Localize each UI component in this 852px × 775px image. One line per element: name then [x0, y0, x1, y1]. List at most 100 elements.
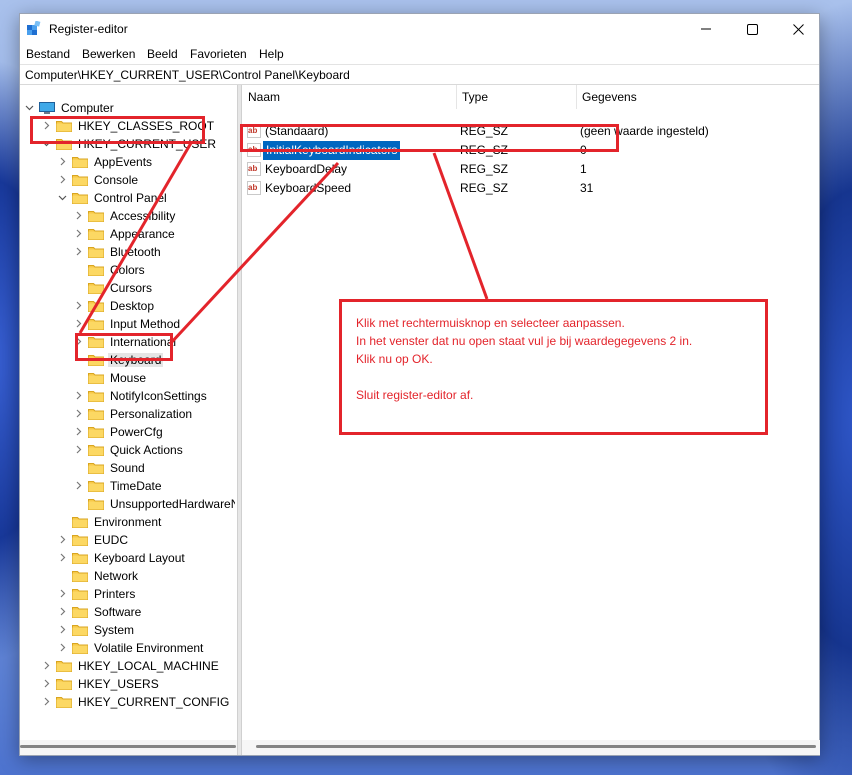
value-data[interactable]: 31: [580, 179, 593, 198]
folder-icon: [88, 246, 104, 258]
chevron-right-icon[interactable]: [58, 157, 67, 166]
minimize-icon: [701, 28, 711, 30]
tree-item[interactable]: NotifyIconSettings: [76, 387, 207, 405]
tree-label: Appearance: [110, 227, 175, 241]
address-bar[interactable]: Computer\HKEY_CURRENT_USER\Control Panel…: [20, 64, 819, 85]
tree-label: Environment: [94, 515, 162, 529]
tree-item[interactable]: System: [60, 621, 134, 639]
folder-icon: [88, 408, 104, 420]
tree-item[interactable]: Quick Actions: [76, 441, 183, 459]
tree-item[interactable]: Software: [60, 603, 141, 621]
tree-label: Desktop: [110, 299, 155, 313]
maximize-button[interactable]: [729, 14, 775, 44]
chevron-right-icon[interactable]: [58, 625, 67, 634]
tree-label: Personalization: [110, 407, 193, 421]
menu-help[interactable]: Help: [259, 47, 284, 61]
tree-label: Input Method: [110, 317, 181, 331]
value-type[interactable]: REG_SZ: [460, 160, 508, 179]
folder-icon: [88, 372, 104, 384]
chevron-right-icon[interactable]: [74, 319, 83, 328]
close-button[interactable]: [775, 14, 821, 44]
chevron-right-icon[interactable]: [58, 175, 67, 184]
menu-beeld[interactable]: Beeld: [147, 47, 178, 61]
tree-item[interactable]: Input Method: [76, 315, 181, 333]
chevron-right-icon[interactable]: [58, 643, 67, 652]
tree-item[interactable]: PowerCfg: [76, 423, 163, 441]
tree-label: Console: [94, 173, 139, 187]
tree-item[interactable]: Colors: [88, 261, 145, 279]
value-type[interactable]: REG_SZ: [460, 179, 508, 198]
folder-icon: [88, 444, 104, 456]
tree-item[interactable]: Keyboard Layout: [60, 549, 185, 567]
value-name[interactable]: KeyboardDelay: [265, 160, 347, 179]
chevron-right-icon[interactable]: [58, 589, 67, 598]
note-line: [356, 368, 751, 386]
values-horizontal-scrollbar[interactable]: [242, 740, 820, 755]
chevron-right-icon[interactable]: [74, 211, 83, 220]
chevron-right-icon[interactable]: [74, 427, 83, 436]
chevron-right-icon[interactable]: [74, 391, 83, 400]
tree-item[interactable]: Accessibility: [76, 207, 176, 225]
tree-item[interactable]: Appearance: [76, 225, 175, 243]
tree-item[interactable]: Cursors: [88, 279, 152, 297]
folder-icon: [72, 156, 88, 168]
tree-item[interactable]: Printers: [60, 585, 136, 603]
chevron-down-icon[interactable]: [58, 193, 67, 202]
folder-icon: [88, 300, 104, 312]
folder-icon: [72, 606, 88, 618]
tree-item[interactable]: HKEY_LOCAL_MACHINE: [44, 657, 219, 675]
chevron-right-icon[interactable]: [74, 247, 83, 256]
chevron-right-icon[interactable]: [74, 445, 83, 454]
tree-item[interactable]: Personalization: [76, 405, 193, 423]
minimize-button[interactable]: [683, 14, 729, 44]
tree-item[interactable]: TimeDate: [76, 477, 162, 495]
chevron-right-icon[interactable]: [74, 229, 83, 238]
value-data[interactable]: 1: [580, 160, 587, 179]
chevron-right-icon[interactable]: [58, 607, 67, 616]
tree-label: Printers: [94, 587, 136, 601]
column-header-name[interactable]: Naam: [242, 85, 456, 109]
tree-item[interactable]: EUDC: [60, 531, 128, 549]
tree-item[interactable]: Control Panel: [58, 189, 167, 207]
folder-icon: [88, 264, 104, 276]
tree-item[interactable]: Bluetooth: [76, 243, 161, 261]
tree-item[interactable]: HKEY_USERS: [44, 675, 159, 693]
tree-item[interactable]: Network: [72, 567, 138, 585]
chevron-right-icon[interactable]: [58, 535, 67, 544]
chevron-right-icon[interactable]: [74, 481, 83, 490]
tree-item[interactable]: Console: [60, 171, 139, 189]
folder-icon: [88, 426, 104, 438]
scrollbar-thumb[interactable]: [256, 745, 816, 748]
tree-item[interactable]: Desktop: [76, 297, 155, 315]
menu-favorieten[interactable]: Favorieten: [190, 47, 247, 61]
chevron-right-icon[interactable]: [74, 301, 83, 310]
chevron-right-icon[interactable]: [74, 409, 83, 418]
chevron-right-icon[interactable]: [42, 697, 51, 706]
registry-icon: [27, 21, 41, 35]
value-name[interactable]: KeyboardSpeed: [265, 179, 351, 198]
tree-item[interactable]: Volatile Environment: [60, 639, 203, 657]
tree-horizontal-scrollbar[interactable]: [20, 740, 237, 755]
computer-icon: [39, 101, 55, 114]
tree-item-computer[interactable]: Computer: [25, 99, 114, 117]
column-header-type[interactable]: Type: [456, 85, 576, 109]
chevron-right-icon[interactable]: [42, 679, 51, 688]
chevron-right-icon[interactable]: [42, 661, 51, 670]
tree-item[interactable]: UnsupportedHardwareN: [88, 495, 235, 513]
column-header-data[interactable]: Gegevens: [576, 85, 816, 109]
scrollbar-thumb[interactable]: [20, 745, 236, 748]
tree-item[interactable]: Sound: [88, 459, 145, 477]
title-bar[interactable]: Register-editor: [20, 14, 819, 44]
menu-bewerken[interactable]: Bewerken: [82, 47, 135, 61]
folder-icon: [88, 480, 104, 492]
tree-item[interactable]: AppEvents: [60, 153, 152, 171]
tree-item[interactable]: Environment: [72, 513, 161, 531]
chevron-right-icon[interactable]: [58, 553, 67, 562]
note-line: Sluit register-editor af.: [356, 388, 474, 402]
tree-label: Accessibility: [110, 209, 176, 223]
chevron-down-icon[interactable]: [25, 103, 34, 112]
folder-icon: [56, 678, 72, 690]
tree-item[interactable]: HKEY_CURRENT_CONFIG: [44, 693, 229, 711]
menu-bestand[interactable]: Bestand: [26, 47, 70, 61]
tree-item[interactable]: Mouse: [88, 369, 146, 387]
